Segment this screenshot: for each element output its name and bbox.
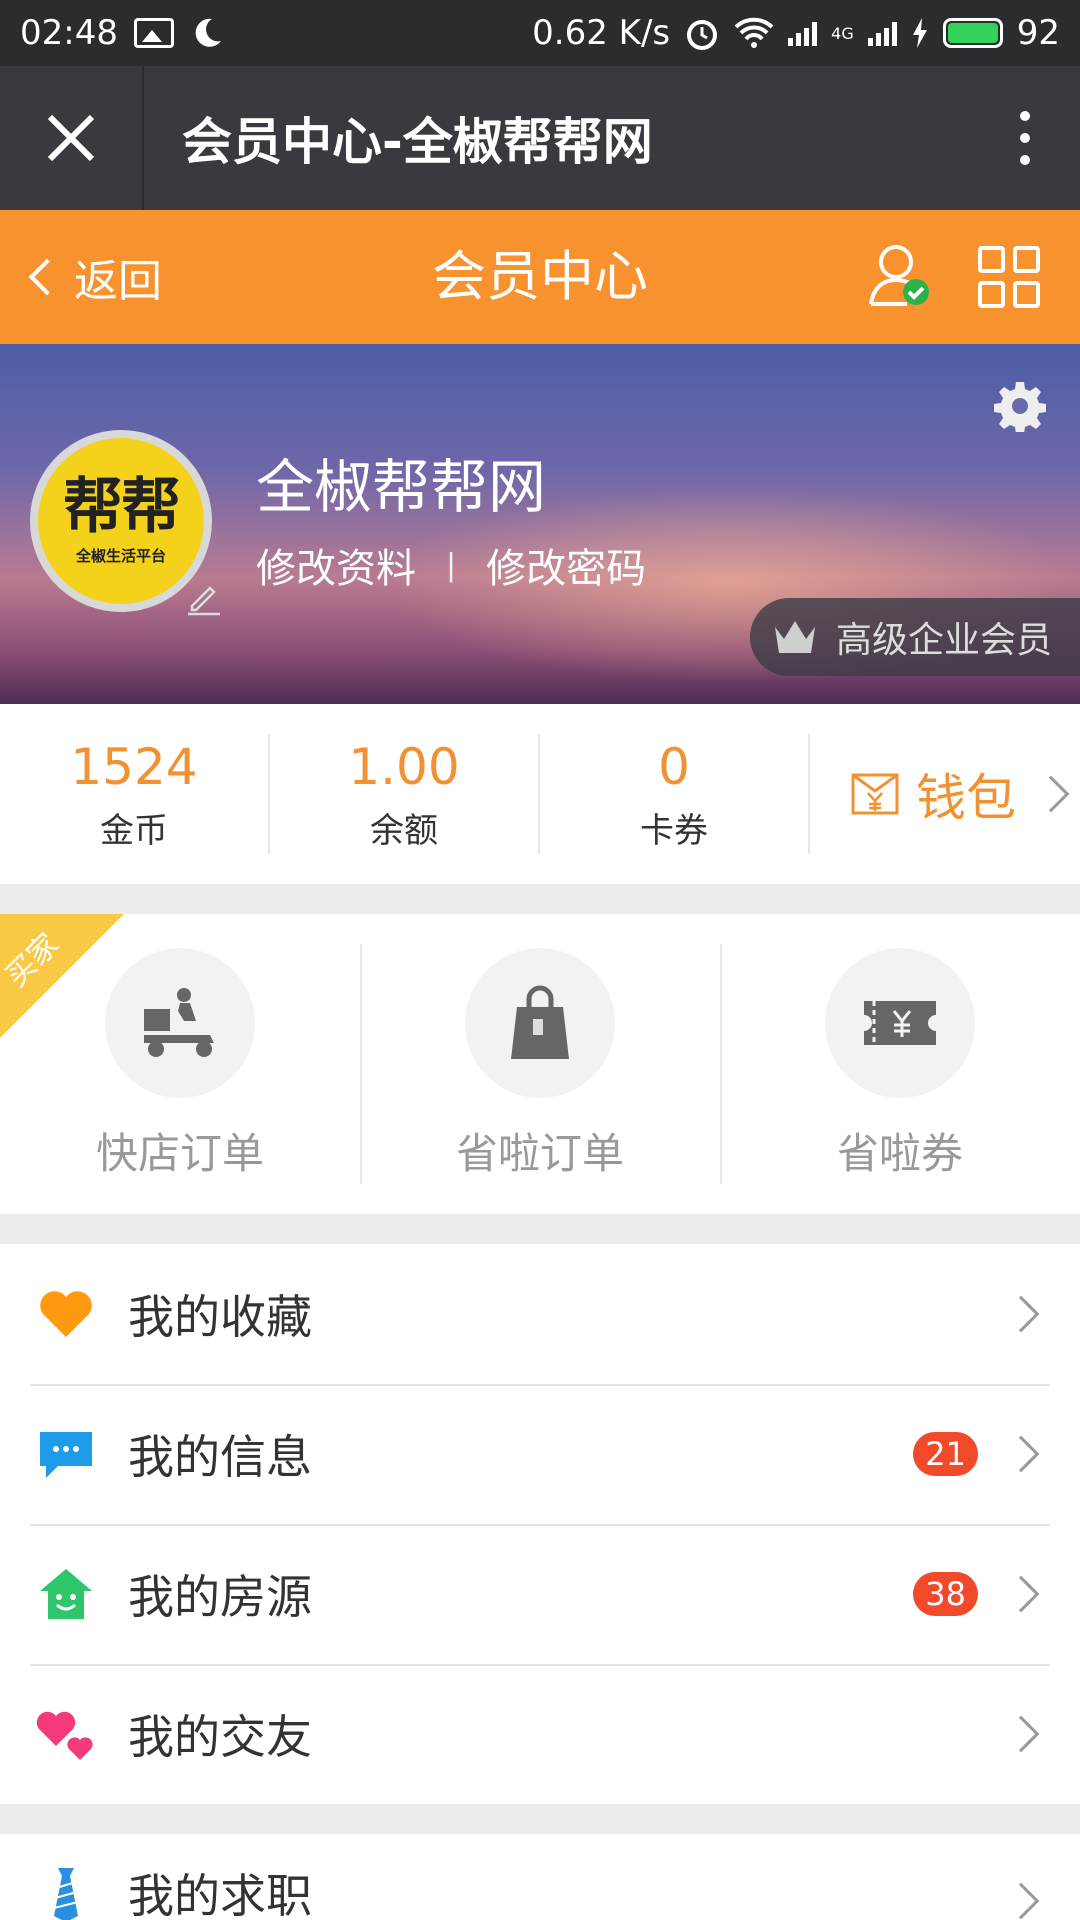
unread-badge: 21 (913, 1432, 978, 1476)
wallet-label: 钱包 (916, 769, 1016, 827)
double-heart-icon (36, 1711, 93, 1760)
menu-item-listings[interactable]: 我的房源 38 (0, 1524, 1080, 1664)
change-password-link[interactable]: 修改密码 (486, 536, 646, 594)
chevron-right-icon (1002, 1882, 1040, 1920)
order-label: 省啦券 (836, 1128, 963, 1178)
crown-icon (775, 621, 815, 653)
menu-item-label: 我的收藏 (128, 1290, 312, 1344)
avatar-text: 帮帮 (63, 471, 181, 542)
profile-name: 全椒帮帮网 (256, 453, 547, 521)
network-type: 4G (831, 23, 854, 43)
close-icon (47, 114, 95, 162)
wallet-link[interactable]: 钱包 (810, 758, 1080, 830)
image-notification-icon (133, 18, 174, 48)
message-bubble-icon (40, 1432, 92, 1478)
charging-icon (912, 18, 927, 48)
profile-banner: 帮帮 全椒生活平台 全椒帮帮网 修改资料 | 修改密码 高级企业会员 (0, 344, 1080, 704)
back-label: 返回 (74, 256, 162, 307)
menu-item-label: 我的信息 (128, 1430, 312, 1484)
avatar-subtext: 全椒生活平台 (75, 546, 166, 565)
status-time: 02:48 (20, 13, 118, 53)
stat-label: 卡券 (640, 810, 708, 851)
heart-icon (40, 1291, 92, 1337)
menu-item-messages[interactable]: 我的信息 21 (0, 1384, 1080, 1524)
tie-icon (53, 1868, 79, 1920)
menu-item-label: 我的求职 (128, 1869, 312, 1920)
edit-profile-link[interactable]: 修改资料 (256, 536, 416, 594)
link-separator: | (446, 547, 457, 583)
stat-value: 0 (658, 737, 690, 796)
shopping-bag-icon (511, 985, 569, 1059)
chevron-right-icon (1002, 1715, 1040, 1753)
coupon-ticket-icon (864, 1000, 936, 1045)
chevron-right-icon (1002, 1295, 1040, 1333)
member-menu: 我的收藏 我的信息 21 我的房源 38 我的交友 (0, 1244, 1080, 1804)
more-menu-button[interactable] (970, 111, 1080, 165)
close-button[interactable] (0, 66, 144, 210)
shop-orders-button[interactable]: 快店订单 (0, 914, 360, 1214)
order-label: 省啦订单 (455, 1128, 624, 1178)
back-button[interactable]: 返回 (20, 210, 162, 344)
menu-item-label: 我的房源 (128, 1570, 312, 1624)
stat-label: 金币 (100, 810, 168, 851)
battery-level: 92 (1016, 13, 1060, 53)
stat-coins[interactable]: 1524 金币 (0, 734, 270, 854)
chevron-left-icon (28, 258, 66, 296)
user-verified-icon[interactable] (868, 242, 930, 308)
grid-menu-button[interactable] (978, 246, 1040, 308)
chevron-right-icon (1002, 1575, 1040, 1613)
window-title: 会员中心-全椒帮帮网 (182, 113, 653, 171)
menu-item-dating[interactable]: 我的交友 (0, 1664, 1080, 1804)
menu-item-label: 我的交友 (128, 1710, 312, 1764)
menu-item-favorites[interactable]: 我的收藏 (0, 1244, 1080, 1384)
stat-balance[interactable]: 1.00 余额 (270, 734, 540, 854)
member-menu-secondary: 我的求职 (0, 1834, 1080, 1920)
wifi-icon (734, 17, 774, 48)
pencil-icon[interactable] (186, 580, 222, 616)
nav-bar: 会员中心 返回 (0, 210, 1080, 344)
app-title-bar: 会员中心-全椒帮帮网 (0, 66, 1080, 210)
order-label: 快店订单 (95, 1128, 264, 1178)
shengla-orders-button[interactable]: 省啦订单 (360, 914, 720, 1214)
alarm-icon (687, 20, 718, 50)
member-level-badge[interactable]: 高级企业会员 (750, 598, 1080, 676)
shengla-coupon-button[interactable]: 省啦券 (720, 914, 1080, 1214)
account-stats: 1524 金币 1.00 余额 0 卡券 钱包 (0, 704, 1080, 884)
buyer-orders-panel: 买家 快店订单 省啦订单 省啦券 (0, 914, 1080, 1214)
moon-icon (195, 18, 221, 47)
gear-icon[interactable] (994, 380, 1046, 432)
chevron-right-icon (1032, 775, 1070, 813)
menu-item-jobs[interactable]: 我的求职 (0, 1834, 1080, 1920)
battery-icon (942, 18, 1003, 48)
stat-value: 1.00 (348, 737, 460, 796)
net-speed: 0.62 K/s (532, 13, 671, 53)
wallet-envelope-icon (851, 773, 899, 815)
house-icon (40, 1569, 92, 1619)
profile-links: 修改资料 | 修改密码 (256, 536, 646, 594)
signal-4g-icon (867, 20, 897, 46)
status-bar: 02:48 0.62 K/s 4G 92 (0, 0, 1080, 66)
stat-value: 1524 (70, 737, 198, 796)
chevron-right-icon (1002, 1435, 1040, 1473)
avatar[interactable]: 帮帮 全椒生活平台 (30, 430, 212, 612)
stat-label: 余额 (370, 810, 438, 851)
member-level-label: 高级企业会员 (836, 620, 1053, 661)
stat-cards[interactable]: 0 卡券 (540, 734, 810, 854)
unread-badge: 38 (913, 1572, 978, 1616)
delivery-scooter-icon (144, 987, 214, 1057)
signal-icon (788, 20, 818, 46)
